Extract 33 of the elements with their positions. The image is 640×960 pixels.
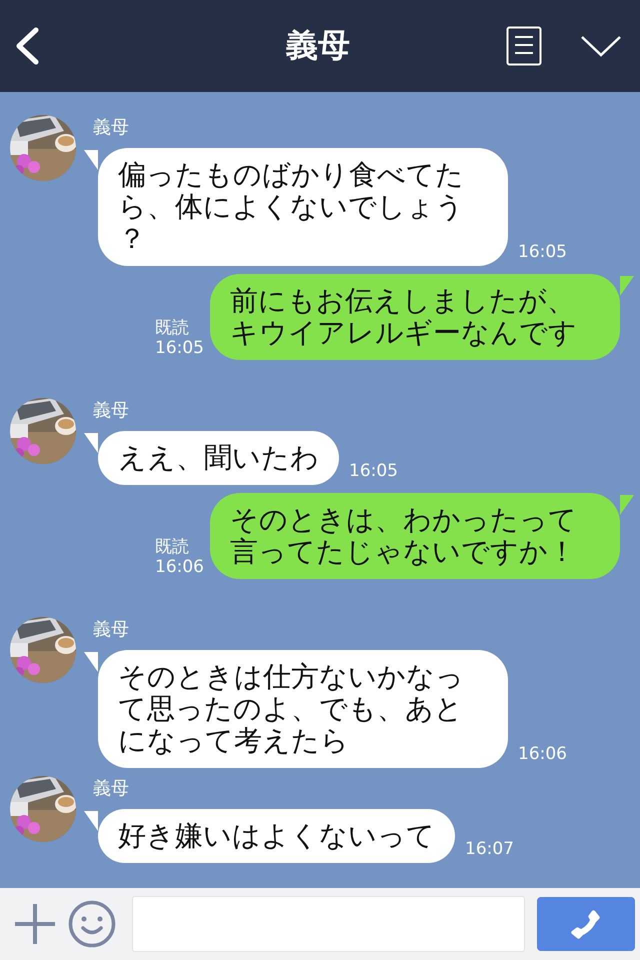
bubble-tail [84, 150, 98, 170]
message-time: 16:05 [518, 242, 567, 262]
message-time: 16:06 [518, 744, 567, 764]
message-bubble: 前にもお伝えしましたが、キウイアレルギーなんです [210, 274, 620, 360]
message-bubble: そのときは、わかったって言ってたじゃないですか！ [210, 493, 620, 579]
sender-name: 義母 [93, 777, 130, 801]
bubble-tail [84, 652, 98, 672]
menu-icon[interactable] [506, 26, 542, 66]
read-receipt: 既読 [155, 537, 190, 557]
message-time: 16:05 [155, 338, 204, 358]
message-input[interactable] [132, 896, 525, 952]
message-time: 16:07 [465, 839, 514, 859]
bubble-tail [84, 811, 98, 831]
message-bubble: ええ、聞いたわ [98, 431, 339, 485]
message-bubble: 偏ったものばかり食べてたら、体によくないでしょう？ [98, 148, 508, 266]
sender-name: 義母 [93, 618, 130, 642]
phone-icon [571, 909, 601, 939]
plus-icon[interactable] [14, 903, 56, 945]
bubble-tail [620, 495, 634, 515]
sender-name: 義母 [93, 116, 130, 140]
back-icon[interactable] [14, 27, 40, 65]
message-time: 16:06 [155, 557, 204, 577]
chat-title: 義母 [284, 25, 351, 66]
chevron-down-icon[interactable] [580, 35, 622, 57]
message-bubble: 好き嫌いはよくないって [98, 809, 455, 863]
bubble-tail [84, 433, 98, 453]
sender-name: 義母 [93, 399, 130, 423]
smiley-icon[interactable] [68, 900, 116, 948]
read-receipt: 既読 [155, 318, 190, 338]
message-bubble: そのときは仕方ないかなって思ったのよ、でも、あとになって考えたら [98, 650, 508, 768]
call-button[interactable] [537, 897, 635, 951]
message-time: 16:05 [349, 461, 398, 481]
bubble-tail [620, 276, 634, 296]
